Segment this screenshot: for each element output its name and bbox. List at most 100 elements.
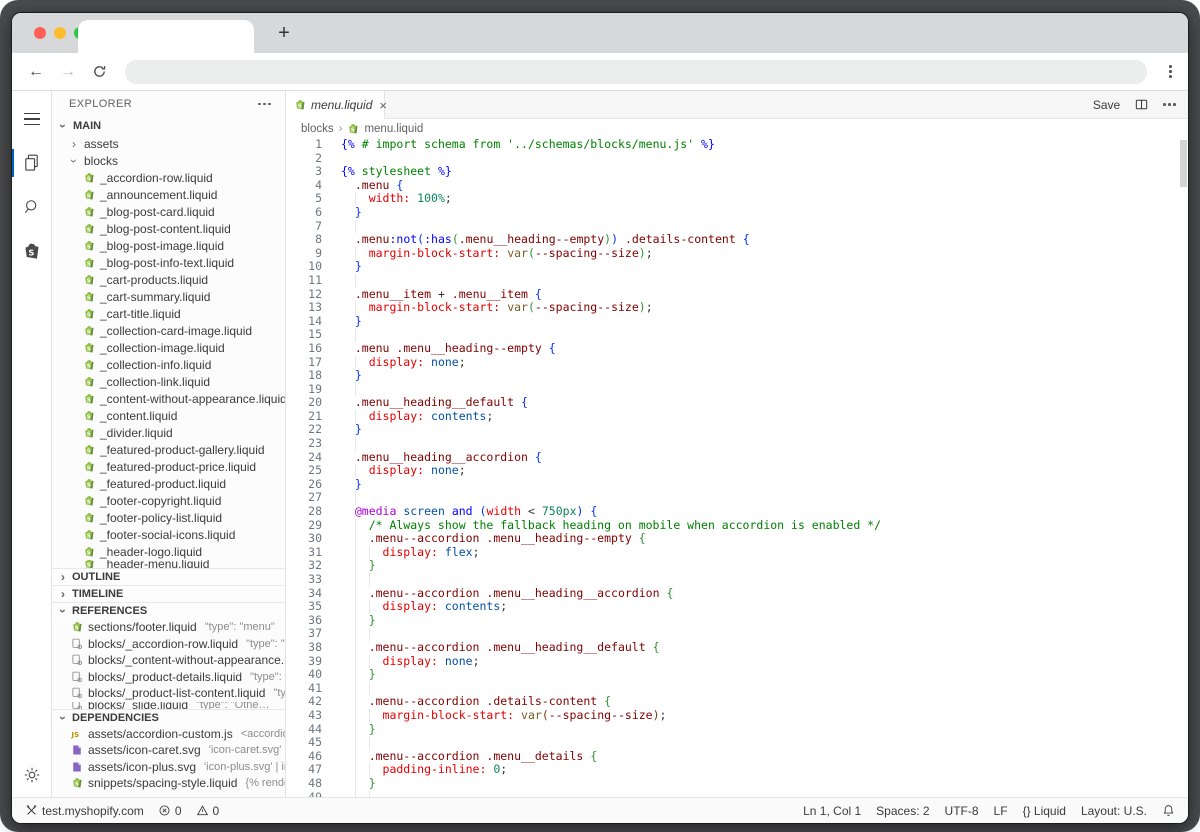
liquid-file-icon: S bbox=[83, 461, 95, 473]
section-item[interactable]: blocks/_accordion-row.liquid "type": "@t… bbox=[52, 636, 285, 653]
tree-file-row[interactable]: S _cart-title.liquid bbox=[52, 305, 285, 322]
tree-file-row[interactable]: S _header-logo.liquid bbox=[52, 543, 285, 560]
section-item-name: blocks/_content-without-appearance.liq… bbox=[88, 653, 285, 668]
line-content: .menu--accordion .details-content { bbox=[322, 695, 611, 709]
line-number: 32 bbox=[308, 558, 322, 573]
code-line: 4 .menu { bbox=[286, 178, 1188, 193]
tree-file-row[interactable]: S _footer-social-icons.liquid bbox=[52, 526, 285, 543]
cursor-position[interactable]: Ln 1, Col 1 bbox=[803, 804, 861, 818]
tree-file-row[interactable]: S _collection-image.liquid bbox=[52, 339, 285, 356]
section-item[interactable]: JS assets/accordion-custom.js <accordion-… bbox=[52, 726, 285, 743]
indentation[interactable]: Spaces: 2 bbox=[876, 804, 929, 818]
code-line: 25 display: none; bbox=[286, 463, 1188, 478]
section-item[interactable]: assets/icon-caret.svg 'icon-caret.svg' | … bbox=[52, 742, 285, 759]
url-bar[interactable] bbox=[125, 59, 1148, 84]
shopify-icon[interactable]: S bbox=[12, 229, 52, 273]
tree-file-row[interactable]: S _cart-summary.liquid bbox=[52, 288, 285, 305]
tree-file-row[interactable]: S _accordion-row.liquid bbox=[52, 169, 285, 186]
section-item[interactable]: Ssnippets/spacing-style.liquid {% render … bbox=[52, 775, 285, 792]
tree-file-row[interactable]: S _footer-copyright.liquid bbox=[52, 492, 285, 509]
explorer-more-actions-icon[interactable] bbox=[258, 102, 271, 106]
error-count-label: 0 bbox=[174, 803, 182, 818]
tree-file-row[interactable]: S _content.liquid bbox=[52, 407, 285, 424]
section-item[interactable]: blocks/_product-list-content.liquid "typ… bbox=[52, 685, 285, 702]
split-editor-icon[interactable] bbox=[1134, 97, 1149, 112]
section-item[interactable]: blocks/_slide.liquid "type": "Othe… bbox=[52, 701, 285, 709]
section-header-timeline[interactable]: › TIMELINE bbox=[52, 585, 285, 602]
tree-file-label: _footer-copyright.liquid bbox=[100, 493, 222, 508]
js-file-icon: JS bbox=[71, 728, 83, 740]
liquid-file-icon: S bbox=[83, 495, 95, 507]
tree-file-row[interactable]: S _featured-product.liquid bbox=[52, 475, 285, 492]
code-editor[interactable]: 1 {% # import schema from '../schemas/blo… bbox=[286, 138, 1188, 797]
tree-folder-blocks[interactable]: › blocks bbox=[52, 152, 285, 169]
editor-scrollbar[interactable] bbox=[1180, 140, 1187, 187]
browser-menu-icon[interactable] bbox=[1169, 65, 1172, 78]
browser-tab[interactable] bbox=[78, 20, 254, 53]
tree-file-row[interactable]: S _divider.liquid bbox=[52, 424, 285, 441]
tree-file-row[interactable]: S _header-menu.liquid bbox=[52, 560, 285, 568]
language-mode[interactable]: {} Liquid bbox=[1023, 804, 1066, 818]
line-content: } bbox=[322, 559, 376, 573]
tree-folder-assets[interactable]: › assets bbox=[52, 135, 285, 152]
section-header-outline[interactable]: › OUTLINE bbox=[52, 568, 285, 585]
line-content: margin-block-start: var(--spacing--size)… bbox=[322, 246, 653, 261]
tree-file-row[interactable]: S _cart-products.liquid bbox=[52, 271, 285, 288]
encoding[interactable]: UTF-8 bbox=[945, 804, 979, 818]
error-count[interactable]: 0 bbox=[158, 804, 182, 818]
tree-file-row[interactable]: S _announcement.liquid bbox=[52, 186, 285, 203]
editor-more-actions-icon[interactable] bbox=[1163, 103, 1176, 106]
warning-count[interactable]: 0 bbox=[196, 804, 219, 818]
breadcrumb-file[interactable]: menu.liquid bbox=[364, 123, 423, 135]
tree-file-row[interactable]: S _collection-link.liquid bbox=[52, 373, 285, 390]
code-line: 48} bbox=[286, 776, 1188, 791]
code-line: 6} bbox=[286, 205, 1188, 220]
section-item[interactable]: blocks/_product-details.liquid "type": "… bbox=[52, 669, 285, 686]
section-header-dependencies[interactable]: › DEPENDENCIES bbox=[52, 708, 285, 726]
search-icon[interactable] bbox=[12, 185, 52, 229]
new-tab-button[interactable]: + bbox=[270, 19, 298, 47]
keyboard-layout[interactable]: Layout: U.S. bbox=[1081, 804, 1147, 818]
code-line: 35 display: contents; bbox=[286, 599, 1188, 614]
chevron-right-icon: › bbox=[72, 136, 76, 151]
tree-file-row[interactable]: S _blog-post-image.liquid bbox=[52, 237, 285, 254]
cursor-position-label: Ln 1, Col 1 bbox=[803, 803, 862, 818]
save-button[interactable]: Save bbox=[1093, 98, 1120, 112]
line-content: } bbox=[322, 722, 376, 737]
section-item[interactable]: assets/icon-plus.svg 'icon-plus.svg' | in… bbox=[52, 759, 285, 776]
tree-file-row[interactable]: S _blog-post-content.liquid bbox=[52, 220, 285, 237]
bell-icon[interactable] bbox=[1162, 804, 1175, 817]
reload-button[interactable] bbox=[92, 64, 107, 79]
svg-text:S: S bbox=[87, 431, 91, 437]
menu-icon[interactable] bbox=[12, 97, 52, 141]
code-line: 34 .menu--accordion .menu__heading__accor… bbox=[286, 586, 1188, 601]
remote-indicator[interactable]: test.myshopify.com bbox=[25, 804, 144, 818]
window-minimize-button[interactable] bbox=[54, 27, 66, 39]
editor-tab-menu-liquid[interactable]: S menu.liquid × bbox=[286, 91, 387, 119]
code-line: 26} bbox=[286, 477, 1188, 492]
tree-root-main[interactable]: › MAIN bbox=[52, 117, 285, 135]
tree-file-row[interactable]: S _featured-product-gallery.liquid bbox=[52, 441, 285, 458]
tree-file-label: _content-without-appearance.liquid bbox=[100, 391, 285, 406]
section-header-references[interactable]: › REFERENCES bbox=[52, 602, 285, 619]
settings-gear-icon[interactable] bbox=[12, 753, 52, 797]
line-number: 36 bbox=[308, 612, 322, 627]
tree-file-row[interactable]: S _featured-product-price.liquid bbox=[52, 458, 285, 475]
section-item[interactable]: Ssections/footer.liquid "type": "menu" bbox=[52, 619, 285, 636]
explorer-icon[interactable] bbox=[12, 141, 52, 185]
tree-file-row[interactable]: S _content-without-appearance.liquid bbox=[52, 390, 285, 407]
tree-file-row[interactable]: S _blog-post-info-text.liquid bbox=[52, 254, 285, 271]
svg-text:S: S bbox=[87, 329, 91, 335]
line-number: 46 bbox=[308, 748, 322, 763]
window-close-button[interactable] bbox=[34, 27, 46, 39]
back-button[interactable]: ← bbox=[28, 63, 44, 80]
tree-file-row[interactable]: S _footer-policy-list.liquid bbox=[52, 509, 285, 526]
chevron-right-icon: › bbox=[61, 570, 65, 584]
eol-sequence[interactable]: LF bbox=[994, 804, 1008, 818]
breadcrumb-folder[interactable]: blocks bbox=[301, 123, 334, 135]
section-item[interactable]: blocks/_content-without-appearance.liq… bbox=[52, 652, 285, 669]
tree-file-row[interactable]: S _collection-card-image.liquid bbox=[52, 322, 285, 339]
svg-text:S: S bbox=[87, 244, 91, 250]
tree-file-row[interactable]: S _collection-info.liquid bbox=[52, 356, 285, 373]
tree-file-row[interactable]: S _blog-post-card.liquid bbox=[52, 203, 285, 220]
